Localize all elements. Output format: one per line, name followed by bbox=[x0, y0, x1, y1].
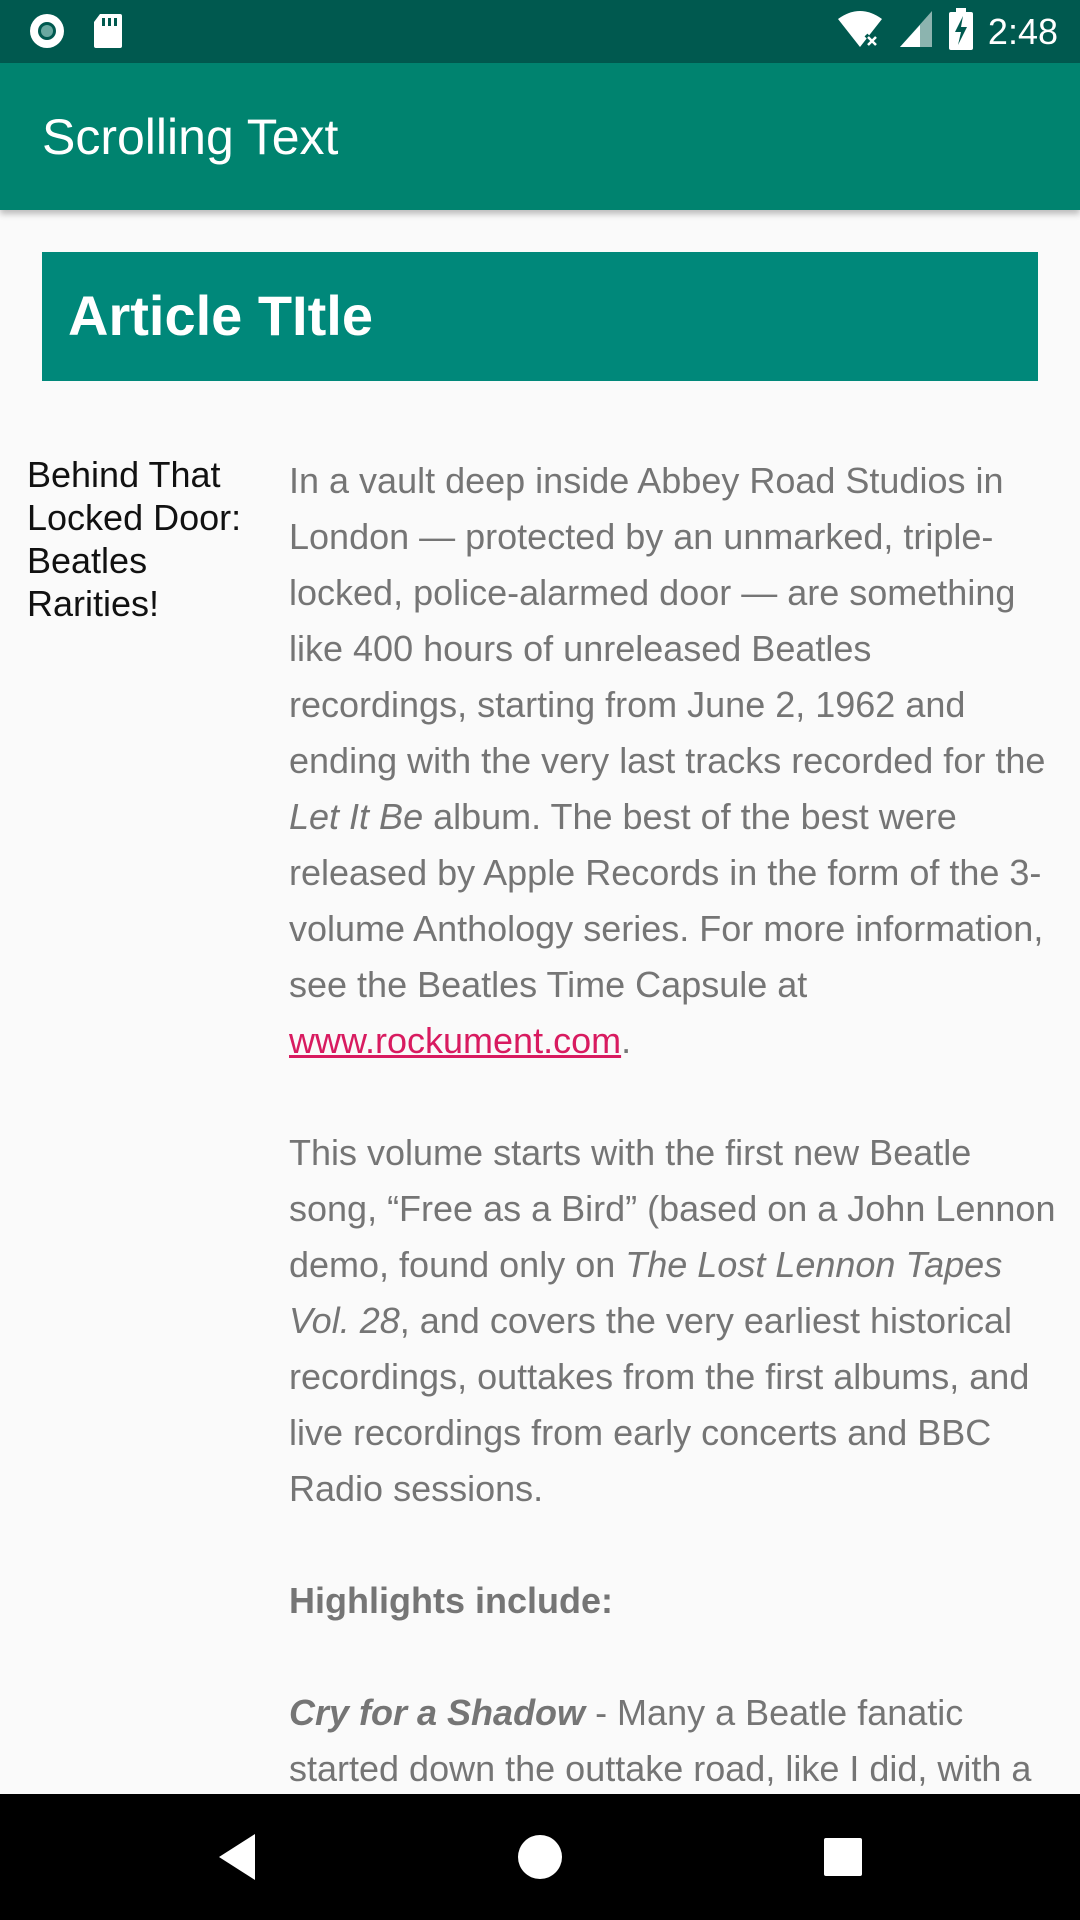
paragraph-text: In a vault deep inside Abbey Road Studio… bbox=[289, 460, 1046, 781]
paragraph-text: , and covers the very earliest historica… bbox=[289, 1300, 1030, 1509]
wifi-off-icon bbox=[836, 9, 884, 54]
status-bar: 2:48 bbox=[0, 0, 1080, 63]
status-right-icons: 2:48 bbox=[836, 8, 1058, 55]
status-left-icons bbox=[28, 12, 124, 55]
app-bar: Scrolling Text bbox=[0, 63, 1080, 210]
italic-title: Let It Be bbox=[289, 796, 424, 837]
highlights-heading: Highlights include: bbox=[289, 1580, 613, 1621]
article-title-banner: Article TItle bbox=[42, 252, 1038, 381]
article-paragraph: In a vault deep inside Abbey Road Studio… bbox=[289, 453, 1059, 1069]
navigation-bar bbox=[0, 1794, 1080, 1920]
article-body: In a vault deep inside Abbey Road Studio… bbox=[289, 453, 1059, 1794]
signal-icon bbox=[898, 9, 934, 54]
back-icon[interactable] bbox=[207, 1824, 273, 1890]
article-title: Article TItle bbox=[68, 284, 373, 347]
sd-card-icon bbox=[92, 12, 124, 55]
battery-charging-icon bbox=[948, 8, 974, 55]
home-icon[interactable] bbox=[507, 1824, 573, 1890]
article-paragraph: Cry for a Shadow - Many a Beatle fanatic… bbox=[289, 1685, 1059, 1794]
recents-icon[interactable] bbox=[810, 1824, 876, 1890]
song-title: Cry for a Shadow bbox=[289, 1692, 586, 1733]
article-paragraph: Highlights include: bbox=[289, 1573, 1059, 1629]
rockument-link[interactable]: www.rockument.com bbox=[289, 1020, 621, 1061]
scroll-content[interactable]: Article TItle Behind That Locked Door: B… bbox=[0, 210, 1080, 1794]
record-icon bbox=[28, 12, 66, 55]
paragraph-text: . bbox=[621, 1020, 632, 1061]
app-title: Scrolling Text bbox=[42, 109, 339, 165]
article-subheading: Behind That Locked Door: Beatles Raritie… bbox=[27, 454, 242, 624]
article-paragraph: This volume starts with the first new Be… bbox=[289, 1125, 1059, 1517]
status-clock: 2:48 bbox=[987, 10, 1058, 52]
